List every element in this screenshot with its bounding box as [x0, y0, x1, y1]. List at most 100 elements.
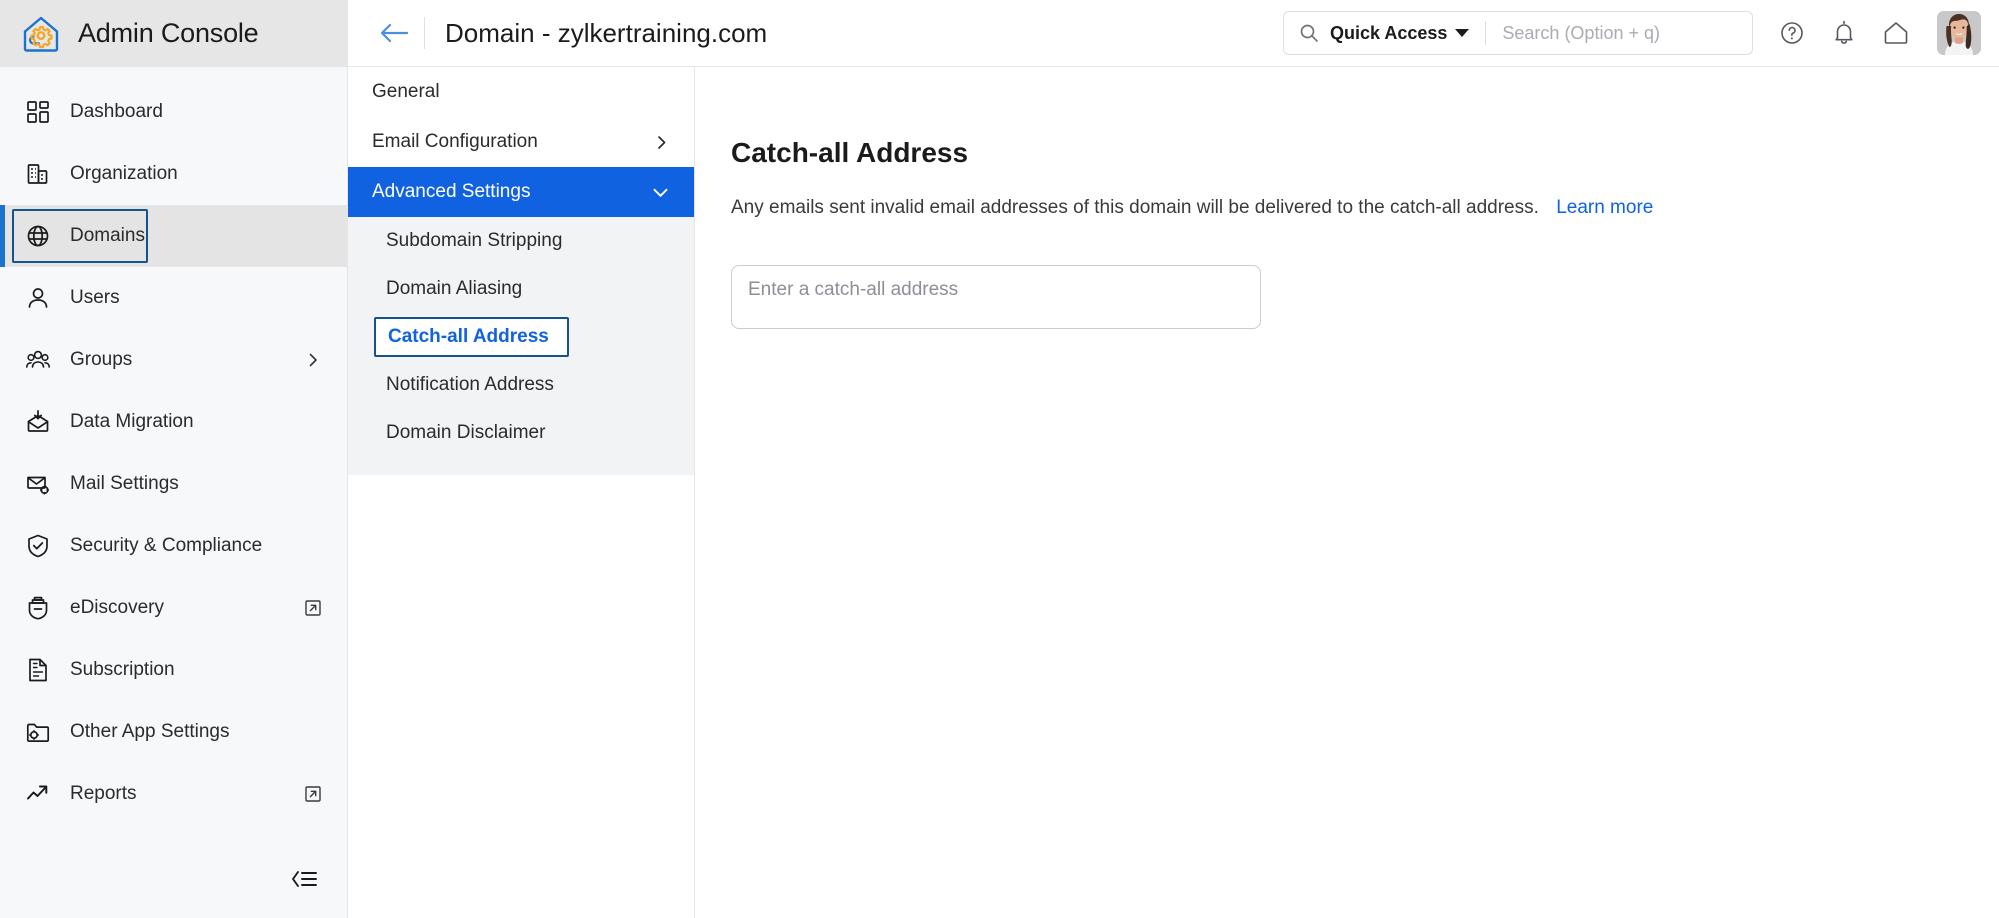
- sidebar-item-trailing: [303, 660, 323, 680]
- invoice-dollar-icon: [24, 656, 52, 684]
- sidebar-item-label: Dashboard: [70, 101, 163, 122]
- sidebar-item-label: Other App Settings: [70, 721, 230, 742]
- avatar[interactable]: [1937, 11, 1981, 55]
- subnav-item-general[interactable]: General: [348, 67, 694, 117]
- subnav-item-label: Email Configuration: [372, 131, 538, 152]
- top-bar: Domain - zylkertraining.com Quick Access: [348, 0, 1999, 67]
- learn-more-link[interactable]: Learn more: [1556, 197, 1653, 218]
- sidebar-item-trailing: [303, 412, 323, 432]
- sidebar-item-ediscovery[interactable]: eDiscovery: [0, 577, 347, 639]
- subnav-item-advanced-settings[interactable]: Advanced Settings: [348, 167, 694, 217]
- chevron-right-icon: [653, 134, 670, 151]
- quick-access-label: Quick Access: [1330, 22, 1448, 43]
- external-link-icon[interactable]: [303, 598, 323, 618]
- catch-all-address-input[interactable]: [731, 264, 1261, 329]
- subnav-subitem-notification-address[interactable]: Notification Address: [348, 361, 694, 409]
- subnav-subitem-label: Domain Aliasing: [386, 278, 523, 299]
- subnav-item-label: General: [372, 81, 440, 102]
- sidebar-item-label: Users: [70, 287, 120, 308]
- right-region: Domain - zylkertraining.com Quick Access: [348, 0, 1999, 918]
- sidebar-item-trailing: [303, 722, 323, 742]
- sidebar-item-other-app-settings[interactable]: Other App Settings: [0, 701, 347, 763]
- subnav-subitem-domain-disclaimer[interactable]: Domain Disclaimer: [348, 409, 694, 457]
- sidebar-item-organization[interactable]: Organization: [0, 143, 347, 205]
- sidebar-item-trailing: [303, 288, 323, 308]
- subnav-item-label: Advanced Settings: [372, 181, 531, 202]
- sidebar-item-trailing: [303, 164, 323, 184]
- topbar-icon-group: [1777, 18, 1911, 48]
- sidebar-footer: [0, 840, 347, 918]
- briefcase-icon: [24, 594, 52, 622]
- brand-title: Admin Console: [78, 18, 259, 48]
- description-text: Any emails sent invalid email addresses …: [731, 197, 1539, 218]
- trend-arrow-icon: [24, 780, 52, 808]
- sidebar-item-domains[interactable]: Domains: [0, 205, 347, 267]
- sidebar-item-trailing: [303, 536, 323, 556]
- body-split: General Email Configuration Advanced Set…: [348, 67, 1999, 918]
- external-link-icon[interactable]: [303, 784, 323, 804]
- grid-dashboard-icon: [24, 98, 52, 126]
- settings-subnav: General Email Configuration Advanced Set…: [348, 67, 695, 918]
- collapse-menu-icon[interactable]: [289, 868, 319, 890]
- subnav-subitem-subdomain-stripping[interactable]: Subdomain Stripping: [348, 217, 694, 265]
- back-arrow-icon[interactable]: [372, 11, 416, 55]
- divider: [1485, 21, 1487, 45]
- sidebar-item-label: Organization: [70, 163, 178, 184]
- content-title: Catch-all Address: [731, 137, 969, 168]
- sidebar-item-label: Subscription: [70, 659, 175, 680]
- admin-console-app: Admin Console Dashboard Organization Dom…: [0, 0, 1999, 918]
- sidebar-item-trailing: [303, 226, 323, 246]
- sidebar-item-label: Data Migration: [70, 411, 194, 432]
- search-box[interactable]: Quick Access: [1283, 11, 1753, 55]
- subnav-subitem-catch-all-address[interactable]: Catch-all Address: [348, 313, 694, 361]
- folder-gear-icon: [24, 718, 52, 746]
- subnav-subitem-label: Notification Address: [386, 374, 554, 395]
- page-title: Domain - zylkertraining.com: [445, 17, 768, 48]
- sidebar-item-trailing: [303, 474, 323, 494]
- subnav-subitem-label: Subdomain Stripping: [386, 230, 563, 251]
- sidebar-item-subscription[interactable]: Subscription: [0, 639, 347, 701]
- catch-all-field-wrapper: [731, 264, 1999, 329]
- sidebar-item-mail-settings[interactable]: Mail Settings: [0, 453, 347, 515]
- help-icon[interactable]: [1777, 18, 1807, 48]
- main-content: Catch-all Address Any emails sent invali…: [695, 67, 1999, 918]
- globe-icon: [24, 222, 52, 250]
- sidebar-item-label: Reports: [70, 783, 137, 804]
- search-icon: [1298, 22, 1320, 44]
- search-input[interactable]: [1502, 22, 1738, 44]
- shield-check-icon: [24, 532, 52, 560]
- subnav-subitem-domain-aliasing[interactable]: Domain Aliasing: [348, 265, 694, 313]
- house-gear-icon: [20, 13, 62, 55]
- envelope-gear-icon: [24, 470, 52, 498]
- subnav-subitem-label: Catch-all Address: [388, 326, 549, 347]
- main-sidebar: Admin Console Dashboard Organization Dom…: [0, 0, 348, 918]
- advanced-settings-subgroup: Subdomain Stripping Domain Aliasing Catc…: [348, 217, 694, 475]
- chevron-down-icon: [651, 183, 670, 202]
- sidebar-item-label: Mail Settings: [70, 473, 179, 494]
- subnav-item-email-configuration[interactable]: Email Configuration: [348, 117, 694, 167]
- sidebar-item-security-compliance[interactable]: Security & Compliance: [0, 515, 347, 577]
- bell-icon[interactable]: [1829, 18, 1859, 48]
- divider: [424, 17, 425, 49]
- home-icon[interactable]: [1881, 18, 1911, 48]
- sidebar-item-label: Security & Compliance: [70, 535, 263, 556]
- sidebar-item-dashboard[interactable]: Dashboard: [0, 81, 347, 143]
- building-icon: [24, 160, 52, 188]
- chevron-down-icon: [1455, 29, 1470, 37]
- sidebar-item-users[interactable]: Users: [0, 267, 347, 329]
- sidebar-item-label: eDiscovery: [70, 597, 164, 618]
- content-description: Any emails sent invalid email addresses …: [731, 195, 1999, 222]
- sidebar-nav: Dashboard Organization Domains Users Gro…: [0, 67, 347, 840]
- quick-access-dropdown[interactable]: Quick Access: [1330, 22, 1470, 44]
- sidebar-item-reports[interactable]: Reports: [0, 763, 347, 825]
- brand-header: Admin Console: [0, 0, 347, 67]
- focus-ring: Catch-all Address: [374, 317, 569, 357]
- subnav-subitem-label: Domain Disclaimer: [386, 422, 546, 443]
- envelope-download-icon: [24, 408, 52, 436]
- users-group-icon: [24, 346, 52, 374]
- sidebar-item-label: Domains: [70, 225, 145, 246]
- sidebar-item-groups[interactable]: Groups: [0, 329, 347, 391]
- sidebar-item-data-migration[interactable]: Data Migration: [0, 391, 347, 453]
- sidebar-item-trailing: [303, 102, 323, 122]
- chevron-right-icon: [303, 350, 323, 370]
